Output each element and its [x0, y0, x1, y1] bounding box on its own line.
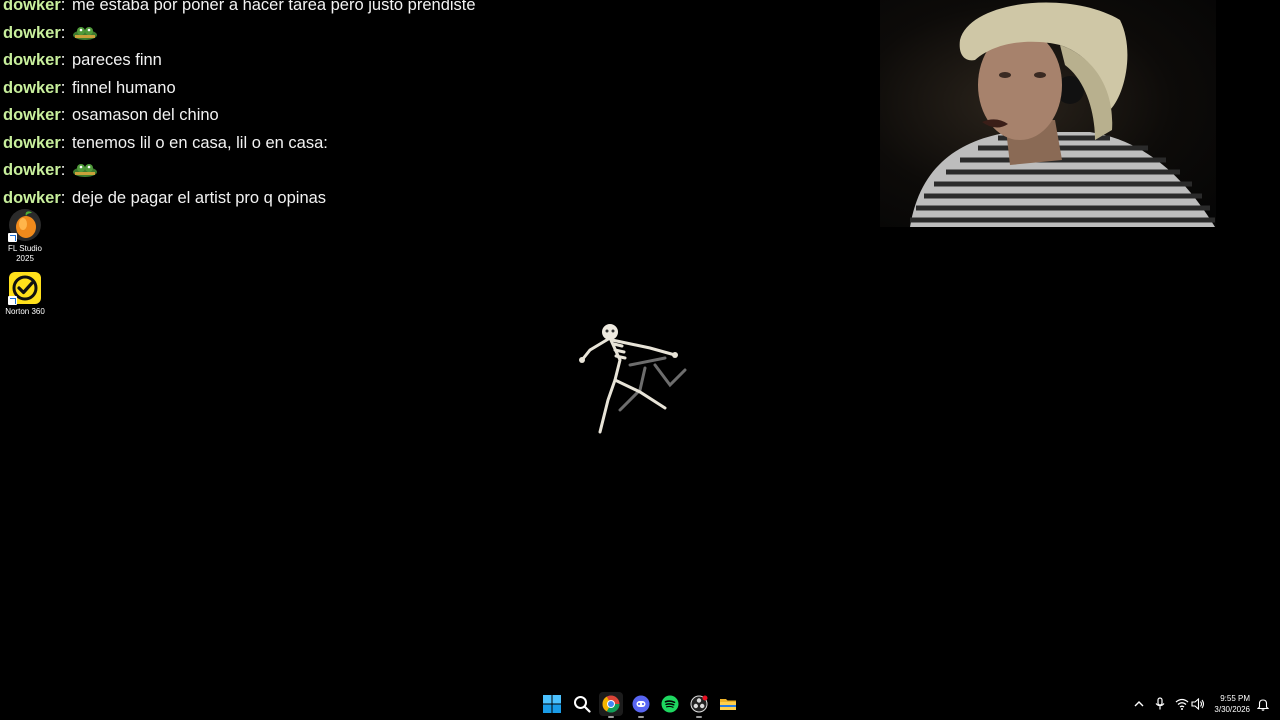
- obs-icon: [690, 695, 708, 713]
- chrome-icon: [602, 695, 620, 713]
- shortcut-arrow-icon: [8, 296, 17, 305]
- windows-start-icon: [543, 695, 561, 713]
- taskbar-file-explorer[interactable]: [716, 692, 740, 716]
- chat-message: dowker: finnel humano: [0, 75, 860, 103]
- taskbar: 9:55 PM 3/30/2026: [0, 688, 1280, 720]
- chat-message: dowker: pareces finn: [0, 47, 860, 75]
- chat-text: me estaba por poner a hacer tarea pero j…: [71, 0, 476, 14]
- spotify-icon: [661, 695, 679, 713]
- chat-message: dowker: osamason del chino: [0, 102, 860, 130]
- chat-username: dowker: [3, 133, 61, 152]
- taskbar-obs[interactable]: [687, 692, 711, 718]
- running-indicator: [608, 716, 614, 718]
- desktop-icon-fl-studio[interactable]: FL Studio 2025: [0, 208, 50, 264]
- desktop-icon-label: Norton 360: [5, 307, 45, 316]
- search-button[interactable]: [570, 692, 594, 716]
- chat-text: pareces finn: [71, 51, 162, 69]
- chat-message: dowker:: [0, 157, 860, 185]
- chat-username: dowker: [3, 51, 61, 69]
- discord-icon: [632, 695, 650, 713]
- clock-date: 3/30/2026: [1214, 705, 1250, 714]
- chat-message: dowker: me estaba por poner a hacer tare…: [0, 0, 860, 20]
- chat-message: dowker: deje de pagar el artist pro q op…: [0, 185, 860, 213]
- desktop-icon-label: 2025: [16, 254, 34, 263]
- running-indicator: [638, 716, 644, 718]
- desktop-icon-norton[interactable]: Norton 360: [0, 271, 50, 317]
- chat-text: deje de pagar el artist pro q opinas: [71, 188, 327, 207]
- skeleton-desktop-pet[interactable]: [570, 320, 700, 440]
- chat-username: dowker: [3, 161, 61, 179]
- microphone-button[interactable]: [1152, 696, 1168, 712]
- chat-username: dowker: [3, 188, 61, 207]
- taskbar-clock[interactable]: 9:55 PM 3/30/2026: [1214, 693, 1250, 715]
- chat-separator: :: [60, 51, 66, 69]
- chat-username: dowker: [3, 0, 61, 14]
- shortcut-arrow-icon: [8, 233, 17, 242]
- norton-icon: [8, 271, 42, 305]
- chat-text: finnel humano: [71, 78, 176, 97]
- chat-overlay: dowker: me estaba por poner a hacer tare…: [0, 0, 860, 212]
- network-button[interactable]: [1174, 696, 1190, 712]
- frog-emote-icon: [72, 160, 98, 178]
- chat-separator: :: [60, 0, 66, 14]
- chat-text: tenemos lil o en casa, lil o en casa:: [71, 133, 328, 152]
- notification-center-button[interactable]: [1255, 696, 1271, 712]
- chat-separator: :: [60, 133, 66, 152]
- show-hidden-icons-button[interactable]: [1131, 696, 1147, 712]
- file-explorer-icon: [720, 699, 736, 710]
- chat-message: dowker: tenemos lil o en casa, lil o en …: [0, 130, 860, 158]
- wifi-icon: [1175, 698, 1189, 710]
- windows-start-button[interactable]: [540, 692, 564, 716]
- chat-username: dowker: [3, 106, 61, 124]
- taskbar-spotify[interactable]: [658, 692, 682, 716]
- frog-emote-icon: [72, 23, 98, 41]
- microphone-icon: [1155, 697, 1165, 710]
- notification-bell-icon: [1257, 698, 1269, 711]
- fl-studio-icon: [8, 208, 42, 242]
- taskbar-chrome[interactable]: [599, 692, 623, 718]
- webcam-feed: [880, 0, 1216, 227]
- chat-separator: :: [60, 23, 66, 42]
- volume-icon: [1191, 698, 1205, 710]
- chat-username: dowker: [3, 78, 61, 97]
- chat-separator: :: [60, 161, 66, 179]
- search-icon: [574, 696, 591, 713]
- clock-time: 9:55 PM: [1220, 694, 1250, 703]
- chevron-up-icon: [1134, 701, 1144, 707]
- running-indicator: [696, 716, 702, 718]
- chat-separator: :: [60, 106, 66, 124]
- chat-separator: :: [60, 188, 66, 207]
- chat-separator: :: [60, 78, 66, 97]
- taskbar-discord[interactable]: [629, 692, 653, 718]
- chat-username: dowker: [3, 23, 61, 42]
- chat-text: osamason del chino: [71, 106, 219, 124]
- volume-button[interactable]: [1190, 696, 1206, 712]
- streamer-image: [910, 2, 1215, 227]
- desktop-icon-label: FL Studio: [8, 244, 42, 253]
- chat-message: dowker:: [0, 20, 860, 48]
